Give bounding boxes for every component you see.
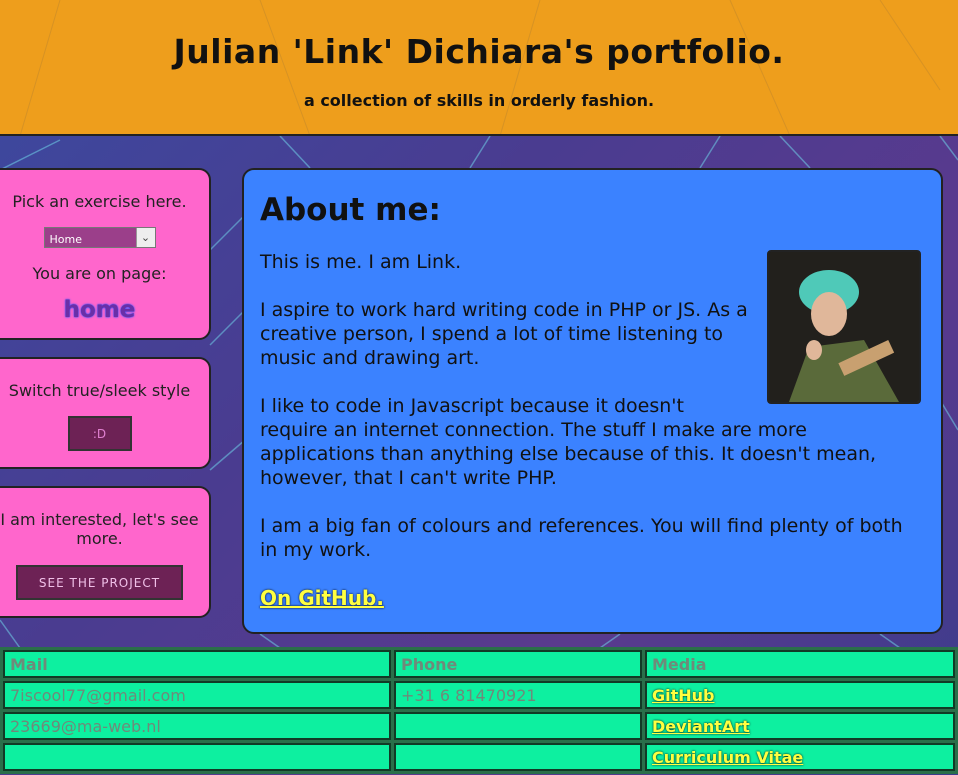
table-header-row: Mail Phone Media <box>3 650 955 678</box>
table-row: Curriculum Vitae <box>3 743 955 771</box>
style-prompt: Switch true/sleek style <box>8 381 191 400</box>
project-prompt: I am interested, let's see more. <box>0 510 199 548</box>
contact-table: Mail Phone Media 7iscool77@gmail.com +31… <box>0 647 958 774</box>
column-header-mail: Mail <box>3 650 391 678</box>
profile-photo <box>767 250 921 404</box>
chevron-down-icon: ⌄ <box>135 228 155 247</box>
about-title: About me: <box>260 192 441 228</box>
mail-cell: 23669@ma-web.nl <box>3 712 391 740</box>
exercise-prompt: Pick an exercise here. <box>12 192 187 211</box>
site-title: Julian 'Link' Dichiara's portfolio. <box>173 32 785 71</box>
style-toggle-button[interactable]: :D <box>67 416 132 451</box>
exercise-select[interactable]: Home ⌄ <box>43 227 156 248</box>
style-panel: Switch true/sleek style :D <box>0 357 211 469</box>
media-cell: Curriculum Vitae <box>645 743 955 771</box>
media-cell: GitHub <box>645 681 955 709</box>
project-panel: I am interested, let's see more. SEE THE… <box>0 486 211 618</box>
phone-cell <box>394 712 642 740</box>
mail-cell <box>3 743 391 771</box>
column-header-media: Media <box>645 650 955 678</box>
exercise-panel: Pick an exercise here. Home ⌄ You are on… <box>0 168 211 340</box>
current-page-name: home <box>63 297 136 323</box>
column-header-phone: Phone <box>394 650 642 678</box>
about-paragraph: I like to code in Javascript because it … <box>260 395 877 489</box>
site-subtitle: a collection of skills in orderly fashio… <box>303 91 655 110</box>
mail-cell: 7iscool77@gmail.com <box>3 681 391 709</box>
github-link[interactable]: On GitHub. <box>260 586 384 610</box>
deviantart-link[interactable]: DeviantArt <box>652 717 750 736</box>
about-paragraph: I am a big fan of colours and references… <box>260 515 903 561</box>
exercise-select-value: Home <box>49 233 82 246</box>
media-cell: DeviantArt <box>645 712 955 740</box>
phone-cell: +31 6 81470921 <box>394 681 642 709</box>
phone-cell <box>394 743 642 771</box>
table-row: 7iscool77@gmail.com +31 6 81470921 GitHu… <box>3 681 955 709</box>
curriculum-vitae-link[interactable]: Curriculum Vitae <box>652 748 803 767</box>
see-project-button[interactable]: SEE THE PROJECT <box>16 565 183 600</box>
about-section: About me: This is me. I am Link. I aspir… <box>242 168 943 634</box>
site-header: Julian 'Link' Dichiara's portfolio. a co… <box>0 0 958 136</box>
github-media-link[interactable]: GitHub <box>652 686 715 705</box>
table-row: 23669@ma-web.nl DeviantArt <box>3 712 955 740</box>
page-label: You are on page: <box>32 264 167 283</box>
